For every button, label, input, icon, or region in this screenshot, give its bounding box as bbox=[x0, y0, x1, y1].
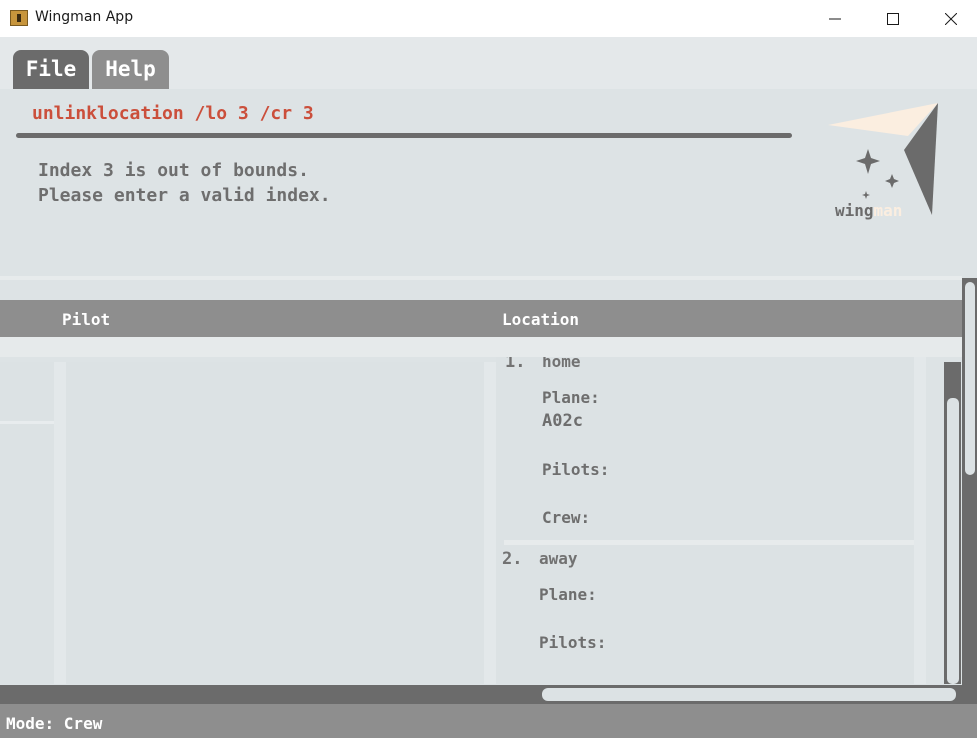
plane-label: Plane: bbox=[542, 388, 600, 407]
location-list-pane[interactable]: 1. home Plane: A02c Pilots: Crew: 2. awa… bbox=[496, 357, 914, 684]
logo-text-man: man bbox=[873, 201, 903, 220]
table-header: Pilot Location bbox=[0, 300, 962, 337]
column-gap bbox=[54, 362, 66, 684]
maximize-button[interactable] bbox=[864, 0, 922, 37]
location-index: 2. bbox=[502, 549, 523, 569]
command-underline bbox=[16, 133, 792, 138]
logo-star-medium bbox=[885, 174, 899, 188]
left-list-pane bbox=[0, 362, 54, 684]
mode-status: Mode: Crew bbox=[6, 714, 103, 733]
section-divider bbox=[0, 276, 962, 280]
pilots-label: Pilots: bbox=[542, 460, 610, 479]
logo-star-large bbox=[856, 149, 880, 174]
outer-scroll-thumb[interactable] bbox=[965, 282, 975, 475]
title-bar: Wingman App bbox=[0, 0, 977, 37]
logo-wordmark: wingman bbox=[835, 201, 902, 220]
menu-file[interactable]: File bbox=[13, 50, 89, 89]
logo-star-small bbox=[862, 191, 870, 199]
minimize-button[interactable] bbox=[806, 0, 864, 37]
close-icon bbox=[945, 12, 957, 25]
header-location: Location bbox=[502, 310, 580, 329]
location-card[interactable]: 2. away Plane: Pilots: bbox=[496, 545, 914, 684]
command-input[interactable]: unlinklocation /lo 3 /cr 3 bbox=[32, 103, 314, 124]
minimize-icon bbox=[829, 18, 841, 19]
list-top-strip bbox=[0, 337, 962, 357]
location-card[interactable]: 1. home Plane: A02c Pilots: Crew: bbox=[496, 357, 914, 545]
window-title: Wingman App bbox=[35, 9, 134, 25]
logo-text-wing: wing bbox=[835, 201, 874, 220]
plane-value: A02c bbox=[542, 411, 583, 431]
horizontal-scroll-thumb[interactable] bbox=[542, 688, 956, 701]
result-display: Index 3 is out of bounds. Please enter a… bbox=[38, 160, 331, 206]
close-button[interactable] bbox=[922, 0, 977, 37]
plane-label: Plane: bbox=[539, 585, 597, 604]
column-gap bbox=[914, 357, 926, 684]
location-name: home bbox=[542, 357, 581, 371]
location-scroll-thumb[interactable] bbox=[947, 398, 959, 684]
left-list-separator bbox=[0, 421, 54, 424]
header-pilot: Pilot bbox=[62, 310, 111, 329]
location-index: 1. bbox=[505, 357, 526, 372]
status-bar: Mode: Crew bbox=[0, 704, 977, 738]
pilot-list-pane bbox=[66, 362, 484, 684]
location-name: away bbox=[539, 549, 578, 568]
crew-label: Crew: bbox=[542, 508, 591, 527]
menu-help[interactable]: Help bbox=[92, 50, 169, 89]
app-icon bbox=[10, 10, 28, 26]
column-gap bbox=[484, 362, 496, 684]
menu-bar: File Help bbox=[0, 37, 977, 89]
maximize-icon bbox=[887, 12, 899, 25]
pilots-label: Pilots: bbox=[539, 633, 607, 652]
